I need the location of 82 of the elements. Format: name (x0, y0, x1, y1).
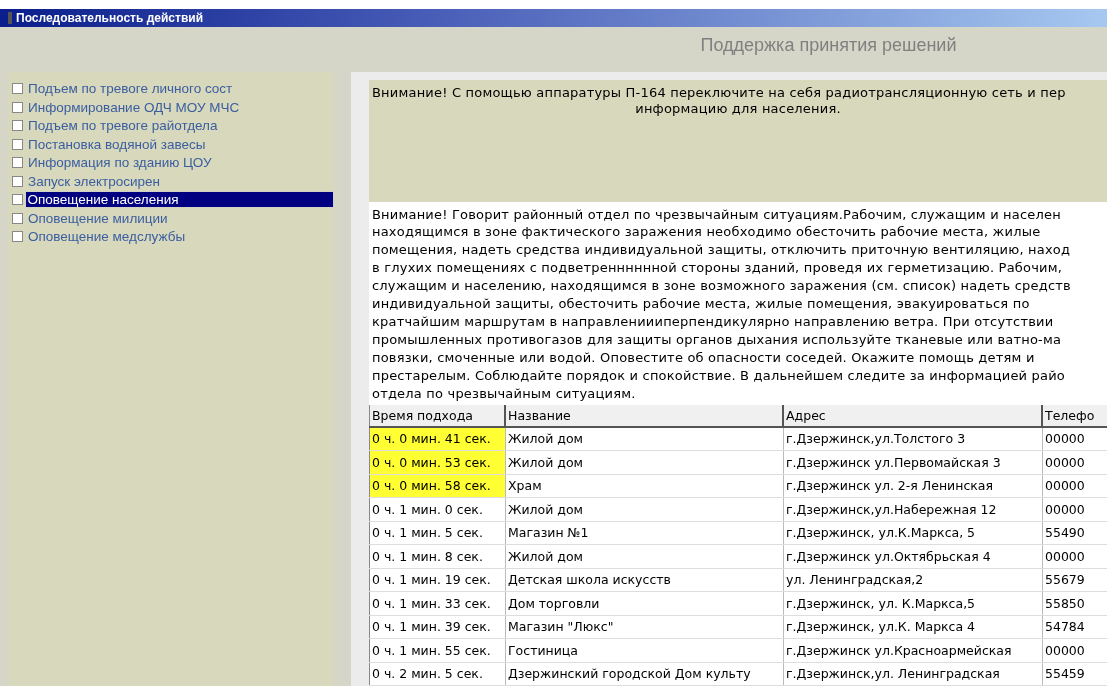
table-cell: 54784 (1043, 615, 1107, 638)
message-text: кратчайшим маршрутам в направлениииперпендикулярно направлению ветра. При отсутствии (372, 312, 1055, 331)
step-item[interactable]: Оповещение милиции (26, 210, 170, 226)
table-cell: Детская школа искусств (506, 568, 784, 591)
checkbox[interactable] (12, 157, 23, 169)
table-cell: 00000 (1043, 545, 1107, 568)
checkbox[interactable] (12, 175, 23, 187)
message-text: помещения, надеть средства индивидуальной защиты, отключить приточную вентиляцию, наход (372, 241, 1072, 260)
step-item[interactable]: Информация по зданию ЦОУ (26, 155, 214, 171)
table-cell: 55490 (1043, 521, 1107, 544)
table-cell: 0 ч. 0 мин. 53 сек. (369, 451, 506, 474)
message-text: Внимание! Говорит районный отдел по чрезвычайным ситуациям.Рабочим, служащим и населен (372, 205, 1062, 224)
table-cell: 0 ч. 0 мин. 58 сек. (369, 474, 506, 497)
table-cell: 0 ч. 2 мин. 5 сек. (369, 662, 506, 685)
table-cell: 0 ч. 1 мин. 39 сек. (369, 615, 506, 638)
message-text: в глухих помещениях с подветренннннной стороны зданий, проведя их герметизацию. Рабочим, (372, 259, 1064, 278)
step-item[interactable]: Оповещение медслужбы (26, 229, 188, 245)
checkbox[interactable] (12, 194, 23, 206)
table-cell: г.Дзержинск, ул.К. Маркса 4 (784, 615, 1043, 638)
column-header[interactable]: Телефо (1043, 404, 1107, 426)
table-cell: г.Дзержинск ул. 2-я Ленинская (784, 474, 1043, 497)
step-item[interactable]: Подъем по тревоге личного сост (26, 81, 235, 97)
table-cell: г.Дзержинск, ул. К.Маркса,5 (784, 592, 1043, 615)
column-header[interactable]: Время подхода (369, 404, 506, 426)
table-cell: Жилой дом (506, 545, 784, 568)
step-item[interactable]: Подъем по тревоге райотдела (26, 118, 220, 134)
table-cell: Жилой дом (506, 427, 784, 450)
table-cell: ул. Ленинградская,2 (784, 568, 1043, 591)
checkbox[interactable] (12, 138, 23, 150)
step-item[interactable]: Запуск электросирен (26, 173, 162, 189)
table-cell: 55679 (1043, 568, 1107, 591)
checkbox[interactable] (12, 120, 23, 132)
table-cell: 55850 (1043, 592, 1107, 615)
table-cell: Гостиница (506, 639, 784, 662)
table-cell: г.Дзержинск ул.Первомайская 3 (784, 451, 1043, 474)
message-text: престарелым. Соблюдайте порядок и спокойствие. В дальнейшем следите за информацией райо (372, 366, 1067, 385)
checkbox[interactable] (12, 83, 23, 95)
step-item[interactable]: Оповещение населения (25, 192, 333, 208)
table-cell: г.Дзержинск,ул.Набережная 12 (784, 498, 1043, 521)
column-header[interactable]: Название (506, 404, 784, 426)
table-cell: 00000 (1043, 474, 1107, 497)
message-text: повязки, смоченные или водой. Оповестите об опасности соседей. Окажите помощь детям и (372, 348, 1036, 367)
table-cell: 00000 (1043, 427, 1107, 450)
message-text: отдела по чрезвычайным ситуациям. (372, 384, 637, 403)
column-header[interactable]: Адрес (784, 404, 1043, 426)
header-title: Поддержка принятия решений (700, 34, 957, 56)
message-text: служащим и населению, находящимся в зоне возможного заражения (см. список) надеть средств (372, 277, 1072, 296)
table-cell: 00000 (1043, 451, 1107, 474)
alert-text: информацию для населения. (635, 100, 841, 117)
table-cell: 0 ч. 1 мин. 8 сек. (369, 545, 506, 568)
message-text: индивидуальной защиты, обесточить рабочие места, жилые помещения, эвакуироваться по (372, 295, 1031, 313)
table-cell: Жилой дом (506, 498, 784, 521)
table-cell: Магазин "Люкс" (506, 615, 784, 638)
table-cell: 00000 (1043, 498, 1107, 521)
checkbox[interactable] (12, 231, 23, 243)
table-cell: Жилой дом (506, 451, 784, 474)
table-cell: г.Дзержинск,ул. Ленинградская (784, 662, 1043, 685)
window-icon (8, 12, 12, 25)
checkbox[interactable] (12, 212, 23, 224)
table-cell: Храм (506, 474, 784, 497)
table-cell: Магазин №1 (506, 521, 784, 544)
table-cell: г.Дзержинск, ул.К.Маркса, 5 (784, 521, 1043, 544)
alert-text: Внимание! С помощью аппаратуры П-164 переключите на себя радиотрансляционную сеть и пер (372, 84, 1066, 101)
message-text: промышленных противогазов для защиты органов дыхания используйте тканевые или ватно-ма (372, 330, 1063, 349)
checkbox[interactable] (12, 101, 23, 113)
table-cell: Дзержинский городской Дом культу (506, 662, 784, 685)
table-cell: 0 ч. 1 мин. 0 сек. (369, 498, 506, 521)
table-cell: г.Дзержинск ул.Красноармейская (784, 639, 1043, 662)
table-cell: г.Дзержинск ул.Октябрьская 4 (784, 545, 1043, 568)
message-text: находящимся в зоне фактического заражения необходимо обесточить рабочие места, жилые (372, 223, 1042, 242)
table-cell: Дом торговли (506, 592, 784, 615)
table-cell: г.Дзержинск,ул.Толстого 3 (784, 427, 1043, 450)
step-item[interactable]: Информирование ОДЧ МОУ МЧС (26, 99, 242, 115)
window-title: Последовательность действий (16, 11, 204, 26)
table-cell: 0 ч. 1 мин. 19 сек. (369, 568, 506, 591)
table-cell: 55459 (1043, 662, 1107, 685)
step-item[interactable]: Постановка водяной завесы (26, 136, 208, 152)
table-cell: 0 ч. 1 мин. 55 сек. (369, 639, 506, 662)
table-cell: 00000 (1043, 639, 1107, 662)
table-cell: 0 ч. 0 мин. 41 сек. (369, 427, 506, 450)
table-cell: 0 ч. 1 мин. 5 сек. (369, 521, 506, 544)
table-cell: 0 ч. 1 мин. 33 сек. (369, 592, 506, 615)
